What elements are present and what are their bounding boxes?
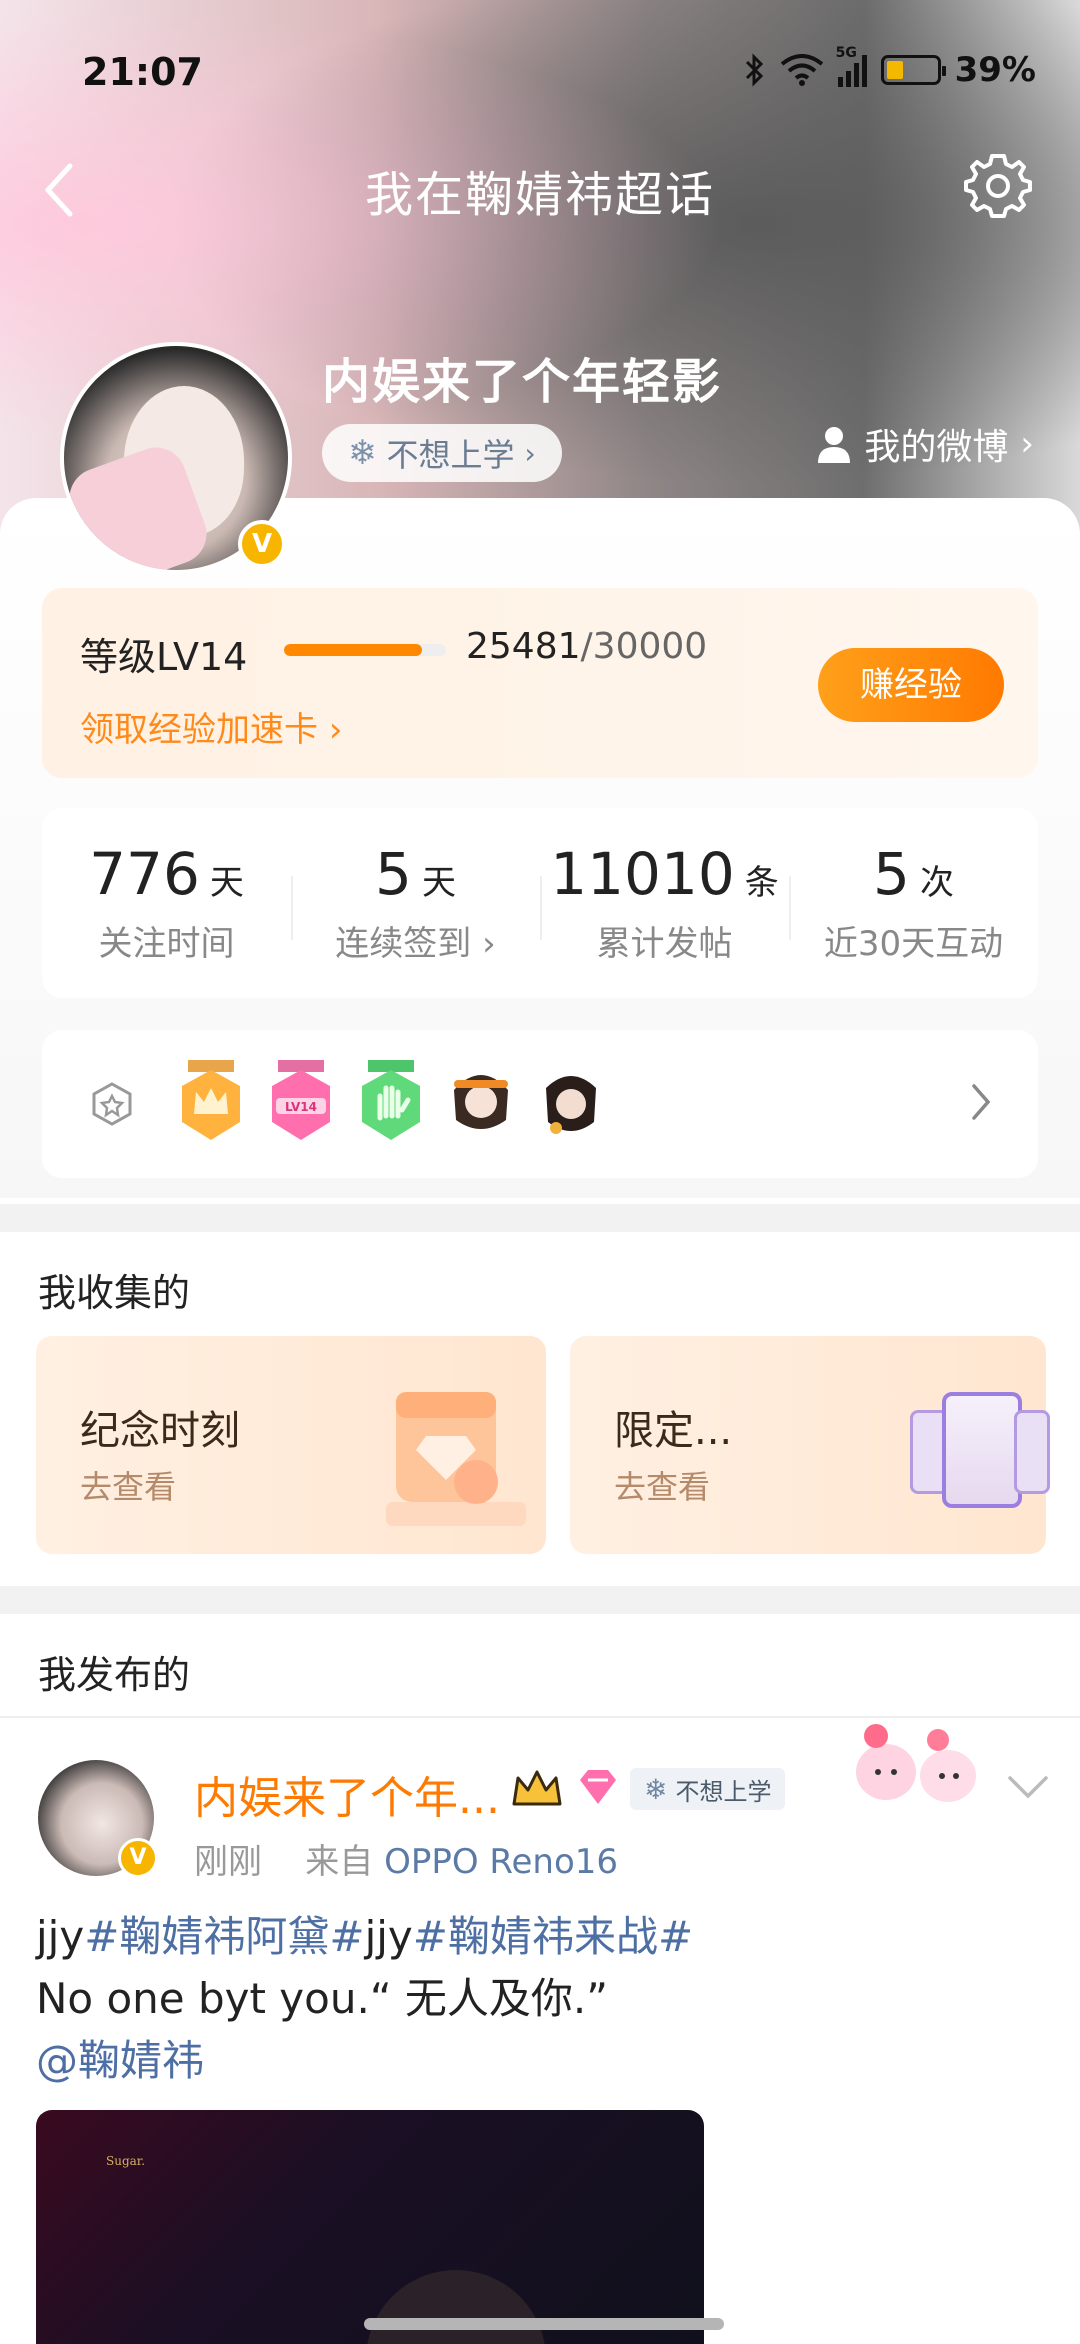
stat-label: 关注时间 <box>98 924 235 964</box>
accel-card-label: 领取经验加速卡 <box>80 710 318 750</box>
post-fan-tag: ❄ 不想上学 <box>630 1768 786 1810</box>
sticker-decoration-icon <box>856 1724 976 1802</box>
wifi-icon <box>780 54 823 86</box>
stat-total-posts: 11010 条 累计发帖 <box>540 808 789 998</box>
chevron-right-icon: › <box>328 710 343 750</box>
lv14-medal-icon: LV14 <box>272 1060 330 1140</box>
person-icon <box>818 427 851 463</box>
level-card: 等级LV14 25481/30000 领取经验加速卡 › 赚经验 <box>42 588 1038 778</box>
post-meta: 刚刚 来自 OPPO Reno16 <box>194 1834 618 1883</box>
published-section-title: 我发布的 <box>38 1653 191 1697</box>
post-image-caption: Sugar. <box>106 2154 146 2168</box>
chevron-right-icon: › <box>471 924 496 964</box>
exp-current: 25481 <box>466 626 581 667</box>
battery-percent: 39% <box>954 50 1036 90</box>
vip-diamond-icon <box>580 1770 616 1804</box>
hashtag-link[interactable]: #鞠婧祎阿黛# <box>84 1912 364 1961</box>
stat-value: 5 <box>873 840 910 908</box>
exp-progress-fill <box>284 644 422 656</box>
earn-exp-button[interactable]: 赚经验 <box>818 648 1004 722</box>
calendar-diamond-icon <box>386 1392 526 1526</box>
stat-follow-days: 776 天 关注时间 <box>42 808 291 998</box>
status-time: 21:07 <box>82 50 203 94</box>
crown-icon <box>512 1770 562 1806</box>
hand-medal-icon <box>362 1060 420 1140</box>
fan-tag-label: 不想上学 <box>386 436 515 474</box>
stat-unit: 条 <box>744 863 779 903</box>
stat-interactions: 5次 近30天互动 <box>789 808 1038 998</box>
gear-icon[interactable] <box>962 150 1034 222</box>
fan-tag-button[interactable]: ❄ 不想上学 › <box>322 424 562 482</box>
stat-checkin-streak[interactable]: 5天 连续签到 › <box>291 808 540 998</box>
crown-medal-icon <box>182 1060 240 1140</box>
stat-label: 累计发帖 <box>596 924 733 964</box>
network-type: 5G <box>835 45 857 61</box>
exp-total: /30000 <box>580 626 708 667</box>
verified-badge: V <box>118 1838 158 1878</box>
post-time: 刚刚 <box>194 1842 262 1882</box>
exp-progress-bar <box>284 644 446 656</box>
post-author-name[interactable]: 内娱来了个年... <box>194 1762 500 1826</box>
collect-card-title: 纪念时刻 <box>80 1408 240 1454</box>
badges-row[interactable]: LV14 <box>42 1030 1038 1178</box>
hashtag-link[interactable]: #鞠婧祎来战# <box>413 1912 693 1961</box>
post-body: jjy#鞠婧祎阿黛#jjy#鞠婧祎来战# No one byt you.“ 无人… <box>36 1906 1036 2092</box>
chevron-right-icon[interactable] <box>966 1080 996 1124</box>
character-medal-2-icon <box>546 1076 596 1134</box>
collect-card-sub: 去查看 <box>80 1468 177 1506</box>
signal-icon: 5G <box>836 45 867 87</box>
section-divider <box>0 1204 1080 1232</box>
collect-card-moments[interactable]: 纪念时刻 去查看 <box>36 1336 546 1554</box>
chevron-down-icon[interactable] <box>1006 1772 1050 1802</box>
post-from-label: 来自 <box>305 1842 374 1882</box>
username: 内娱来了个年轻影 <box>322 354 723 410</box>
post-fan-tag-label: 不想上学 <box>675 1777 772 1806</box>
post-author-label: 内娱来了个年... <box>194 1773 500 1824</box>
chevron-right-icon: › <box>524 436 536 470</box>
level-label: 等级LV14 <box>80 635 248 679</box>
home-indicator[interactable] <box>364 2318 724 2330</box>
verified-badge: V <box>238 520 286 568</box>
collected-section-title: 我收集的 <box>38 1271 191 1315</box>
stat-value: 776 <box>89 840 200 908</box>
bluetooth-icon <box>745 53 763 87</box>
stat-label: 连续签到 <box>335 924 472 964</box>
my-weibo-link[interactable]: 我的微博 › <box>816 418 1034 470</box>
stat-unit: 天 <box>209 863 244 903</box>
post-line-1: jjy#鞠婧祎阿黛#jjy#鞠婧祎来战# <box>36 1906 1036 1968</box>
collect-card-title: 限定... <box>614 1408 733 1454</box>
post-text: jjy <box>364 1912 413 1961</box>
stat-value: 5 <box>375 840 412 908</box>
card-stack-thumbnail <box>942 1392 1022 1508</box>
my-weibo-label: 我的微博 <box>864 427 1009 468</box>
stat-unit: 天 <box>421 863 456 903</box>
post-text: jjy <box>36 1912 85 1961</box>
mention-link[interactable]: @鞠婧祎 <box>36 2030 1036 2092</box>
collect-card-limited[interactable]: 限定... 去查看 <box>570 1336 1050 1554</box>
card-stack-thumbnail <box>1014 1410 1050 1494</box>
chevron-right-icon: › <box>1020 424 1034 464</box>
status-icons: 5G 39% <box>744 45 1036 90</box>
post-image-figure <box>366 2270 546 2344</box>
stat-unit: 次 <box>919 863 954 903</box>
stats-row: 776 天 关注时间 5天 连续签到 › 11010 条 累计发帖 5次 近30天互… <box>42 808 1038 998</box>
snowflake-icon: ❄ <box>348 433 377 473</box>
snowflake-icon: ❄ <box>644 1772 668 1806</box>
lv14-badge-text: LV14 <box>285 1100 317 1114</box>
accel-card-link[interactable]: 领取经验加速卡 › <box>80 702 342 751</box>
character-medal-1-icon <box>454 1075 508 1129</box>
post-image[interactable]: Sugar. <box>36 2110 704 2344</box>
super-topic-profile-page: 21:07 5G 39% 我在鞠婧祎超话 V 内娱来了个年轻影 ❄ 不想上学 ›… <box>0 0 1080 2344</box>
page-title: 我在鞠婧祎超话 <box>364 167 715 223</box>
section-divider <box>0 1586 1080 1614</box>
status-bar: 21:07 5G 39% <box>0 0 1080 150</box>
stat-label: 近30天互动 <box>823 924 1004 964</box>
post-device[interactable]: OPPO Reno16 <box>384 1842 618 1882</box>
collect-card-sub: 去查看 <box>614 1468 711 1506</box>
badge-outline-icon <box>92 1082 132 1126</box>
battery-icon <box>880 55 946 85</box>
stat-value: 11010 <box>550 840 735 908</box>
exp-text: 25481/30000 <box>466 626 707 667</box>
post-line-2: No one byt you.“ 无人及你.” <box>36 1974 609 2023</box>
